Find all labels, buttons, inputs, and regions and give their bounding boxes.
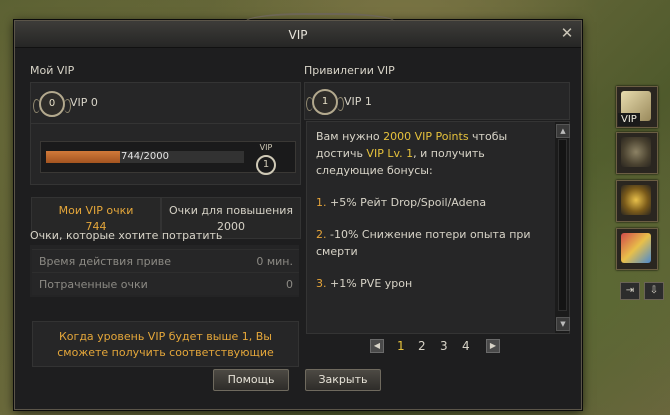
privilege-vip-level: VIP 1 — [344, 95, 372, 108]
sidebar-vip-shop-button[interactable]: VIP — [616, 86, 658, 128]
privilege-header: 1 VIP 1 — [304, 82, 570, 120]
page-2[interactable]: 2 — [418, 339, 426, 353]
page-3[interactable]: 3 — [440, 339, 448, 353]
bonus-number: 2. — [316, 228, 327, 241]
bonus-text: +5% Рейт Drop/Spoil/Adena — [326, 196, 487, 209]
badge-label: VIP — [259, 143, 273, 152]
next-vip-badge-icon: VIP 1 — [251, 143, 281, 175]
privilege-intro: Вам нужно 2000 VIP Points чтобы достичь … — [316, 128, 536, 179]
vip-note: Когда уровень VIP будет выше 1, Вы сможе… — [32, 321, 299, 367]
prev-page-icon[interactable]: ◀ — [370, 339, 384, 353]
bonus-number: 1. — [316, 196, 327, 209]
trophy-icon — [621, 185, 651, 215]
spent-points-row: Потраченные очки 0 — [32, 272, 299, 295]
expand-down-icon[interactable]: ⇩ — [644, 282, 664, 300]
my-vip-title: Мой VIP — [30, 64, 75, 77]
sidebar-trophy-button[interactable] — [616, 180, 658, 222]
progress-track: 744/2000 — [45, 150, 245, 164]
bonus-item: 2. -10% Снижение потери опыта при смерти — [316, 226, 536, 260]
vip-note-text: Когда уровень VIP будет выше 1, Вы сможе… — [57, 330, 274, 359]
privilege-duration-row: Время действия приве 0 мин. — [32, 249, 299, 272]
my-vip-points-label: Мои VIP очки — [58, 204, 134, 217]
vip-tag: VIP — [618, 113, 640, 126]
my-vip-level: VIP 0 — [70, 96, 98, 109]
privilege-scrollbar[interactable]: ▲ ▼ — [555, 122, 570, 333]
vip-privilege-medal-icon: 1 — [306, 89, 344, 115]
help-button[interactable]: Помощь — [213, 369, 289, 391]
progress-text: 744/2000 — [121, 151, 169, 162]
close-icon[interactable]: ✕ — [559, 25, 575, 41]
sidebar-vip-medal-button[interactable] — [616, 132, 658, 174]
scroll-thumb[interactable] — [558, 139, 567, 311]
spent-points-label: Потраченные очки — [39, 278, 148, 291]
page-4[interactable]: 4 — [462, 339, 470, 353]
privilege-duration-value: 0 мин. — [256, 255, 293, 268]
bonus-text: +1% PVE урон — [326, 277, 413, 290]
target-level: VIP Lv. 1 — [366, 147, 414, 160]
vip-window: VIP ✕ Мой VIP 0 VIP 0 744/2000 VIP 1 Мои… — [14, 13, 582, 410]
scroll-up-icon[interactable]: ▲ — [556, 124, 570, 138]
bonus-number: 3. — [316, 277, 327, 290]
vip-progress: 744/2000 VIP 1 — [40, 141, 296, 175]
privilege-text: Вам нужно 2000 VIP Points чтобы достичь … — [316, 128, 536, 307]
bonus-text: -10% Снижение потери опыта при смерти — [316, 228, 531, 258]
close-button[interactable]: Закрыть — [305, 369, 381, 391]
spent-points-value: 0 — [286, 278, 293, 291]
vip-medal-icon: 0 — [33, 91, 71, 117]
window-title: VIP — [288, 28, 308, 42]
vip-medal-sidebar-icon — [621, 137, 651, 167]
bonus-item: 3. +1% PVE урон — [316, 275, 536, 292]
next-page-icon[interactable]: ▶ — [486, 339, 500, 353]
bonus-item: 1. +5% Рейт Drop/Spoil/Adena — [316, 194, 536, 211]
page-1[interactable]: 1 — [397, 339, 405, 353]
my-vip-header: 0 VIP 0 — [30, 82, 301, 124]
scroll-down-icon[interactable]: ▼ — [556, 317, 570, 331]
sidebar-gift-button[interactable] — [616, 228, 658, 270]
required-points: 2000 VIP Points — [383, 130, 469, 143]
badge-level: 1 — [256, 155, 276, 175]
points-to-upgrade-label: Очки для повышения — [168, 204, 294, 217]
intro-text-1: Вам нужно — [316, 130, 384, 143]
collapse-arrow-icon[interactable]: ⇥ — [620, 282, 640, 300]
title-bar[interactable]: VIP ✕ — [15, 21, 581, 48]
gift-box-icon — [621, 233, 651, 263]
privileges-title: Привилегии VIP — [304, 64, 395, 77]
privilege-description[interactable]: Вам нужно 2000 VIP Points чтобы достичь … — [306, 121, 570, 334]
privilege-duration-label: Время действия приве — [39, 255, 172, 268]
spend-points-title: Очки, которые хотите потратить — [30, 229, 223, 242]
